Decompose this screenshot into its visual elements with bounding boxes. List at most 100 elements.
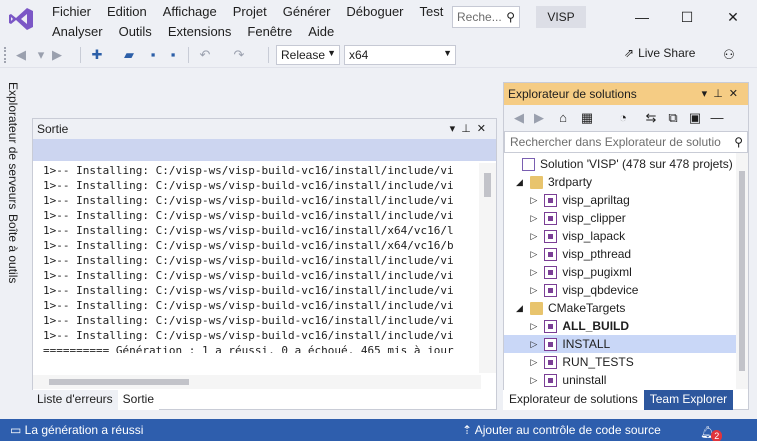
collapsed-arrow-icon[interactable]: ▷	[530, 191, 537, 209]
forward-icon[interactable]: ▶	[530, 109, 548, 127]
menu-item[interactable]: Fichier	[44, 3, 99, 21]
pending-changes-icon[interactable]: ◔	[614, 109, 632, 127]
tab-solution-explorer[interactable]: Explorateur de solutions	[503, 390, 644, 410]
solution-explorer-title: Explorateur de solutions	[508, 87, 637, 101]
platform-select[interactable]: x64 ▼	[344, 45, 456, 65]
feedback-icon[interactable]: ⚇	[720, 46, 738, 64]
collapsed-arrow-icon[interactable]: ▷	[530, 371, 537, 389]
search-input[interactable]: Reche... ⚲	[452, 6, 520, 28]
collapsed-arrow-icon[interactable]: ▷	[530, 317, 537, 335]
standard-toolbar: ◀ ▾ ▶ ✚ ▰ ▪ ▪ ↶ ↷ Release ▼ x64 ▼ ⇗ Live …	[0, 42, 757, 68]
output-line: 1>-- Installing: C:/visp-ws/visp-build-v…	[43, 239, 454, 252]
collapse-all-icon[interactable]: ⧉	[664, 109, 682, 127]
project-icon	[544, 374, 558, 387]
panel-header-buttons[interactable]: ▾⊥✕	[702, 83, 744, 105]
folder-icon	[530, 176, 543, 189]
source-control-button[interactable]: ⇡ Ajouter au contrôle de code source	[462, 419, 661, 441]
toolbar-grip[interactable]	[4, 47, 7, 63]
tree-project[interactable]: ▷ visp_qbdevice	[504, 281, 748, 299]
back-icon[interactable]: ◀	[510, 109, 528, 127]
menu-item[interactable]: Générer	[275, 3, 339, 21]
show-all-files-icon[interactable]: ▣	[686, 109, 704, 127]
menu-item[interactable]: Outils	[111, 23, 160, 41]
collapsed-arrow-icon[interactable]: ▷	[530, 209, 537, 227]
back-icon[interactable]: ◀	[12, 46, 30, 64]
menu-item[interactable]: Edition	[99, 3, 155, 21]
server-explorer-tab[interactable]: Explorateur de serveurs	[6, 82, 20, 209]
tree-project[interactable]: ▷ visp_clipper	[504, 209, 748, 227]
tree-item-label: visp_apriltag	[562, 193, 630, 207]
collapsed-arrow-icon[interactable]: ▷	[530, 281, 537, 299]
search-placeholder: Reche...	[457, 10, 502, 24]
collapsed-arrow-icon[interactable]: ▷	[530, 353, 537, 371]
chevron-down-icon: ▼	[327, 48, 336, 58]
menu-item[interactable]: Fenêtre	[239, 23, 300, 41]
output-toolbar	[33, 139, 496, 161]
tree-project[interactable]: ▷ uninstall	[504, 371, 748, 389]
tree-item-label: visp_pugixml	[562, 265, 632, 279]
tree-solution[interactable]: Solution 'VISP' (478 sur 478 projets)	[504, 155, 748, 173]
tab-output[interactable]: Sortie	[117, 390, 160, 410]
tree-project[interactable]: ▷ visp_pthread	[504, 245, 748, 263]
configuration-select[interactable]: Release ▼	[276, 45, 340, 65]
tree-item-label: CMakeTargets	[548, 301, 626, 315]
expanded-arrow-icon[interactable]: ◢	[516, 173, 523, 191]
close-button[interactable]: ✕	[718, 4, 748, 30]
solution-explorer-search-placeholder: Rechercher dans Explorateur de solutio	[510, 135, 721, 149]
open-folder-icon[interactable]: ▰	[120, 46, 138, 64]
properties-icon[interactable]: ―	[708, 109, 726, 127]
menu-item[interactable]: Déboguer	[338, 3, 411, 21]
live-share-button[interactable]: ⇗ Live Share	[624, 46, 695, 60]
solution-icon	[522, 158, 535, 171]
scroll-thumb[interactable]	[739, 171, 745, 371]
tree-project[interactable]: ▷ ALL_BUILD	[504, 317, 748, 335]
output-vertical-scrollbar[interactable]	[479, 163, 496, 373]
search-icon: ⚲	[734, 135, 743, 149]
solution-explorer-scrollbar[interactable]	[736, 153, 748, 389]
menu-item[interactable]: Aide	[300, 23, 342, 41]
collapsed-arrow-icon[interactable]: ▷	[530, 335, 537, 353]
home-icon[interactable]: ⌂	[554, 109, 572, 127]
tab-error-list[interactable]: Liste d'erreurs	[32, 390, 118, 410]
scroll-thumb[interactable]	[49, 379, 189, 385]
tree-folder[interactable]: ◢ CMakeTargets	[504, 299, 748, 317]
platform-value: x64	[349, 48, 369, 62]
menu-item[interactable]: Projet	[225, 3, 275, 21]
build-status-text: La génération a réussi	[24, 423, 144, 437]
tree-project[interactable]: ▷ INSTALL	[504, 335, 748, 353]
save-all-icon[interactable]: ▪	[164, 46, 182, 64]
tree-project[interactable]: ▷ visp_pugixml	[504, 263, 748, 281]
tree-folder[interactable]: ◢ 3rdparty	[504, 173, 748, 191]
scroll-thumb[interactable]	[484, 173, 491, 197]
solution-explorer-search-input[interactable]: Rechercher dans Explorateur de solutio ⚲	[504, 131, 748, 153]
notifications-button[interactable]: 🔔︎2	[700, 421, 726, 441]
tab-team-explorer[interactable]: Team Explorer	[643, 390, 734, 410]
redo-icon[interactable]: ↷	[230, 46, 248, 64]
output-line: 1>-- Installing: C:/visp-ws/visp-build-v…	[43, 164, 454, 177]
menu-item[interactable]: Test	[412, 3, 452, 21]
tree-project[interactable]: ▷ RUN_TESTS	[504, 353, 748, 371]
collapsed-arrow-icon[interactable]: ▷	[530, 245, 537, 263]
menu-item[interactable]: Extensions	[160, 23, 240, 41]
expanded-arrow-icon[interactable]: ◢	[516, 299, 523, 317]
sync-icon[interactable]: ⇆	[642, 109, 660, 127]
switch-views-icon[interactable]: ▦	[578, 109, 596, 127]
solution-explorer-panel: Explorateur de solutions ▾⊥✕ ◀ ▶ ⌂ ▦ ◔ ⇆…	[503, 82, 749, 410]
menu-item[interactable]: Affichage	[155, 3, 225, 21]
undo-icon[interactable]: ↶	[196, 46, 214, 64]
minimize-button[interactable]: —	[627, 4, 657, 30]
toolbox-tab[interactable]: Boîte à outils	[6, 214, 20, 283]
tree-project[interactable]: ▷ visp_apriltag	[504, 191, 748, 209]
save-icon[interactable]: ▪	[144, 46, 162, 64]
collapsed-arrow-icon[interactable]: ▷	[530, 263, 537, 281]
maximize-button[interactable]: ☐	[672, 4, 702, 30]
collapsed-arrow-icon[interactable]: ▷	[530, 227, 537, 245]
menu-item[interactable]: Analyser	[44, 23, 111, 41]
new-project-icon[interactable]: ✚	[88, 46, 106, 64]
panel-header-buttons[interactable]: ▾⊥✕	[450, 119, 492, 139]
output-horizontal-scrollbar[interactable]	[33, 375, 481, 389]
solution-tree: Solution 'VISP' (478 sur 478 projets) ◢ 3r…	[504, 153, 748, 389]
tree-item-label: uninstall	[562, 373, 607, 387]
forward-icon[interactable]: ▶	[48, 46, 66, 64]
tree-project[interactable]: ▷ visp_lapack	[504, 227, 748, 245]
